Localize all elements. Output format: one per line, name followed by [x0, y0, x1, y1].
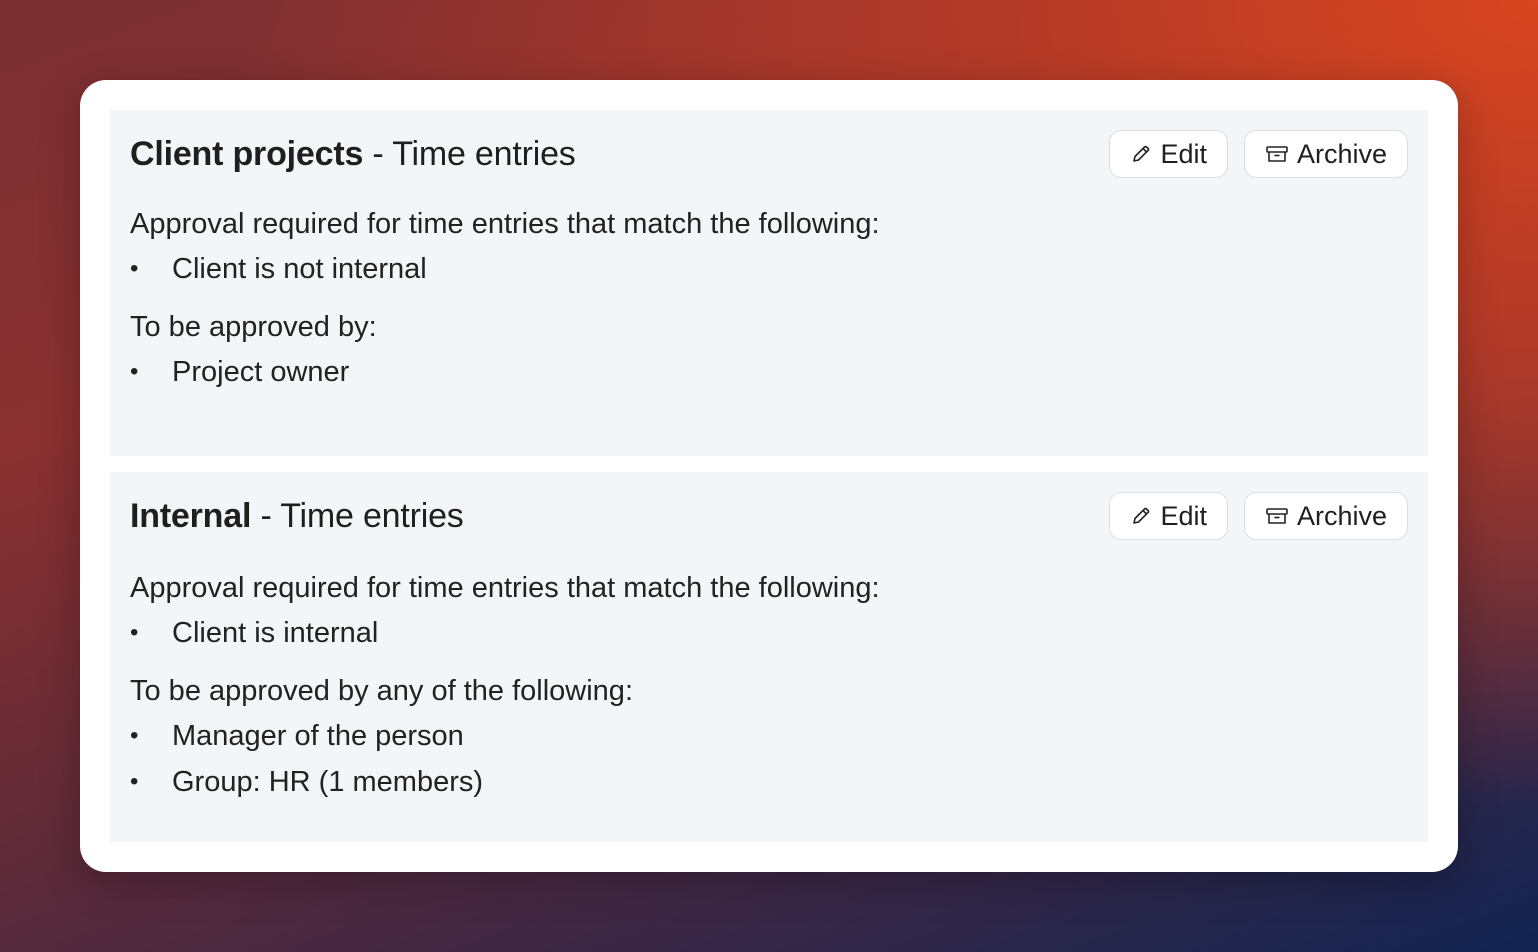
- bullet: •: [130, 358, 139, 385]
- list-item: • Client is internal: [130, 615, 1408, 651]
- pencil-icon: [1130, 505, 1152, 527]
- bullet: •: [130, 255, 139, 282]
- policy-title-separator: -: [251, 496, 281, 535]
- archive-button[interactable]: Archive: [1243, 130, 1408, 178]
- policy-client-projects: Client projects - Time entries Edit Arch…: [110, 110, 1428, 456]
- policy-name: Client projects: [130, 134, 364, 173]
- list-item-text: Client is not internal: [172, 252, 427, 285]
- policy-title: Client projects - Time entries: [130, 135, 576, 174]
- list-item-text: Group: HR (1 members): [172, 765, 484, 798]
- approver-heading: To be approved by any of the following:: [130, 675, 633, 707]
- bullet: •: [130, 619, 139, 646]
- bullet: •: [130, 722, 139, 749]
- archive-box-icon: [1265, 143, 1289, 165]
- edit-button[interactable]: Edit: [1109, 130, 1228, 178]
- list-item-text: Project owner: [172, 355, 350, 388]
- policy-kind: Time entries: [280, 496, 464, 535]
- list-item-text: Client is internal: [172, 616, 379, 649]
- policy-internal: Internal - Time entries Edit Archive App…: [110, 472, 1428, 842]
- policy-title-separator: -: [363, 134, 393, 173]
- policy-actions: Edit Archive: [1109, 130, 1408, 178]
- approval-policies-card: Client projects - Time entries Edit Arch…: [80, 80, 1458, 872]
- edit-button[interactable]: Edit: [1109, 492, 1228, 540]
- match-criteria-heading: Approval required for time entries that …: [130, 208, 880, 240]
- match-criteria-heading: Approval required for time entries that …: [130, 572, 880, 604]
- match-criteria-list: • Client is not internal: [130, 251, 1408, 287]
- policy-name: Internal: [130, 496, 252, 535]
- policy-kind: Time entries: [392, 134, 576, 173]
- list-item: • Project owner: [130, 354, 1408, 390]
- policy-title: Internal - Time entries: [130, 497, 464, 536]
- approver-list: • Manager of the person • Group: HR (1 mem…: [130, 718, 1408, 800]
- edit-button-label: Edit: [1160, 500, 1207, 531]
- list-item-text: Manager of the person: [172, 719, 464, 752]
- approver-heading: To be approved by:: [130, 311, 377, 343]
- archive-box-icon: [1265, 505, 1289, 527]
- pencil-icon: [1130, 143, 1152, 165]
- policy-header: Client projects - Time entries Edit Arch…: [130, 130, 1408, 178]
- list-item: • Client is not internal: [130, 251, 1408, 287]
- approver-list: • Project owner: [130, 354, 1408, 390]
- archive-button[interactable]: Archive: [1243, 492, 1408, 540]
- archive-button-label: Archive: [1296, 500, 1387, 531]
- edit-button-label: Edit: [1160, 138, 1207, 169]
- match-criteria-list: • Client is internal: [130, 615, 1408, 651]
- list-item: • Group: HR (1 members): [130, 764, 1408, 800]
- bullet: •: [130, 768, 139, 795]
- archive-button-label: Archive: [1296, 138, 1387, 169]
- policy-actions: Edit Archive: [1109, 492, 1408, 540]
- policy-header: Internal - Time entries Edit Archive: [130, 492, 1408, 540]
- list-item: • Manager of the person: [130, 718, 1408, 754]
